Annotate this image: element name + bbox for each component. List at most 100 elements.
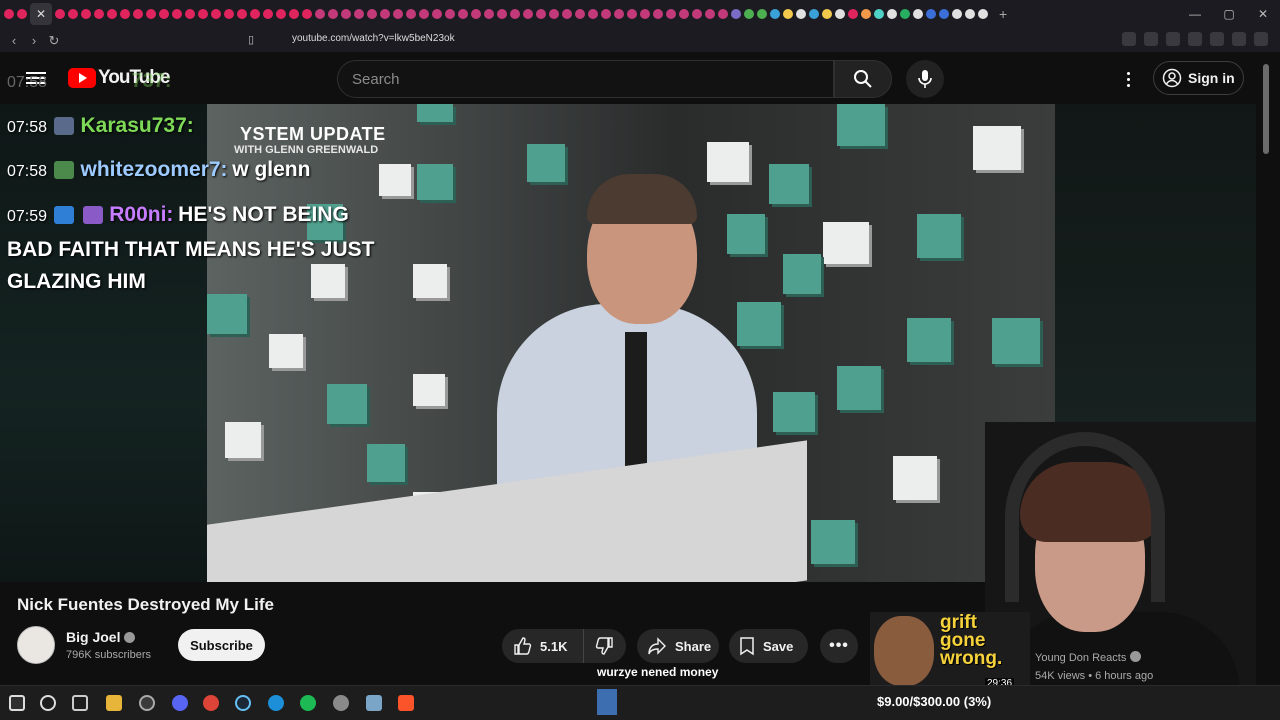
- discord-icon[interactable]: [172, 695, 188, 711]
- tab-favicon[interactable]: [107, 9, 117, 19]
- url-field[interactable]: youtube.com/watch?v=lkw5beN23ok: [292, 33, 455, 44]
- brave-icon[interactable]: [398, 695, 414, 711]
- tab-favicon[interactable]: [276, 9, 286, 19]
- tab-favicon[interactable]: [120, 9, 130, 19]
- search-taskbar-icon[interactable]: [40, 695, 56, 711]
- tab-favicon[interactable]: [289, 9, 299, 19]
- sign-in-button[interactable]: Sign in: [1153, 61, 1244, 95]
- tab-favicon[interactable]: [731, 9, 741, 19]
- edge-icon[interactable]: [268, 695, 284, 711]
- tab-favicon[interactable]: [380, 9, 390, 19]
- tab-favicon[interactable]: [952, 9, 962, 19]
- extension-icon[interactable]: [1188, 32, 1202, 46]
- menu-icon[interactable]: [1254, 32, 1268, 46]
- tab-favicon[interactable]: [94, 9, 104, 19]
- channel-avatar[interactable]: [17, 626, 55, 664]
- tab-favicon[interactable]: [198, 9, 208, 19]
- tab-favicon[interactable]: [354, 9, 364, 19]
- tab-favicon[interactable]: [172, 9, 182, 19]
- tab-list[interactable]: ✕ +: [0, 0, 1007, 28]
- tab-favicon[interactable]: [68, 9, 78, 19]
- tab-favicon[interactable]: [614, 9, 624, 19]
- back-icon[interactable]: ‹: [4, 33, 24, 48]
- settings-more-icon[interactable]: [1118, 69, 1138, 89]
- more-actions-button[interactable]: •••: [820, 629, 858, 663]
- tab-favicon[interactable]: [419, 9, 429, 19]
- new-tab-button[interactable]: +: [999, 6, 1007, 22]
- tab-favicon[interactable]: [315, 9, 325, 19]
- tab-favicon[interactable]: [809, 9, 819, 19]
- extension-icon[interactable]: [1122, 32, 1136, 46]
- extension-icon[interactable]: [1210, 32, 1224, 46]
- search-button[interactable]: [834, 60, 892, 98]
- tab-favicon[interactable]: [926, 9, 936, 19]
- tab-favicon[interactable]: [679, 9, 689, 19]
- reload-icon[interactable]: ↻: [44, 33, 64, 49]
- tab-favicon[interactable]: [484, 9, 494, 19]
- recommended-channel[interactable]: Young Don Reacts: [1035, 651, 1142, 664]
- tab-favicon[interactable]: [4, 9, 14, 19]
- tab-favicon[interactable]: [185, 9, 195, 19]
- tab-favicon[interactable]: [978, 9, 988, 19]
- like-button[interactable]: 5.1K: [502, 629, 584, 663]
- maximize-button[interactable]: ▢: [1212, 0, 1246, 28]
- tab-favicon[interactable]: [796, 9, 806, 19]
- tab-favicon[interactable]: [224, 9, 234, 19]
- tab-favicon[interactable]: [718, 9, 728, 19]
- tab-favicon[interactable]: [523, 9, 533, 19]
- app-icon[interactable]: [366, 695, 382, 711]
- tab-favicon[interactable]: [471, 9, 481, 19]
- windows-start-icon[interactable]: [9, 695, 25, 711]
- window-close-button[interactable]: ✕: [1246, 0, 1280, 28]
- page-scrollbar[interactable]: [1256, 52, 1280, 685]
- save-button[interactable]: Save: [729, 629, 808, 663]
- tab-favicon[interactable]: [549, 9, 559, 19]
- tab-favicon[interactable]: [211, 9, 221, 19]
- tab-favicon[interactable]: [848, 9, 858, 19]
- tab-favicon[interactable]: [965, 9, 975, 19]
- bookmark-icon[interactable]: ▯: [248, 33, 254, 46]
- tab-favicon[interactable]: [783, 9, 793, 19]
- scrollbar-thumb[interactable]: [1263, 64, 1269, 154]
- tab-favicon[interactable]: [744, 9, 754, 19]
- extension-icon[interactable]: [1232, 32, 1246, 46]
- tab-favicon[interactable]: [406, 9, 416, 19]
- task-view-icon[interactable]: [72, 695, 88, 711]
- voice-search-button[interactable]: [906, 60, 944, 98]
- tab-favicon[interactable]: [887, 9, 897, 19]
- tab-favicon[interactable]: [302, 9, 312, 19]
- tab-favicon[interactable]: [913, 9, 923, 19]
- tab-favicon[interactable]: [770, 9, 780, 19]
- spotify-icon[interactable]: [300, 695, 316, 711]
- forward-icon[interactable]: ›: [24, 33, 44, 48]
- file-explorer-icon[interactable]: [106, 695, 122, 711]
- obs-icon[interactable]: [139, 695, 155, 711]
- tab-favicon[interactable]: [393, 9, 403, 19]
- active-tab-close-icon[interactable]: ✕: [30, 3, 52, 25]
- tab-favicon[interactable]: [367, 9, 377, 19]
- tab-favicon[interactable]: [640, 9, 650, 19]
- app-icon[interactable]: [333, 695, 349, 711]
- tab-favicon[interactable]: [250, 9, 260, 19]
- recommended-video-thumbnail[interactable]: grift gone wrong.: [870, 612, 1030, 686]
- tab-favicon[interactable]: [653, 9, 663, 19]
- channel-name[interactable]: Big Joel: [66, 629, 136, 645]
- tab-favicon[interactable]: [822, 9, 832, 19]
- tab-favicon[interactable]: [458, 9, 468, 19]
- tab-favicon[interactable]: [939, 9, 949, 19]
- tab-favicon[interactable]: [55, 9, 65, 19]
- steam-icon[interactable]: [235, 695, 251, 711]
- tab-favicon[interactable]: [497, 9, 507, 19]
- chrome-icon[interactable]: [203, 695, 219, 711]
- minimize-button[interactable]: —: [1178, 0, 1212, 28]
- tab-favicon[interactable]: [900, 9, 910, 19]
- tab-favicon[interactable]: [445, 9, 455, 19]
- tab-favicon[interactable]: [536, 9, 546, 19]
- tab-favicon[interactable]: [705, 9, 715, 19]
- tab-favicon[interactable]: [237, 9, 247, 19]
- extension-icon[interactable]: [1166, 32, 1180, 46]
- tab-favicon[interactable]: [835, 9, 845, 19]
- tab-favicon[interactable]: [601, 9, 611, 19]
- tab-favicon[interactable]: [341, 9, 351, 19]
- tab-favicon[interactable]: [666, 9, 676, 19]
